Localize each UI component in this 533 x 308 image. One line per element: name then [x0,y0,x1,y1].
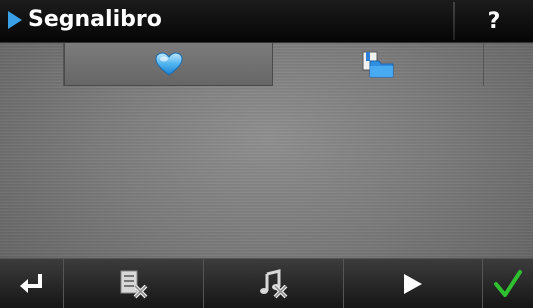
delete-music-icon [259,268,287,298]
heart-icon [154,52,183,76]
delete-all-button[interactable] [64,259,204,308]
play-next-icon [404,273,422,294]
help-button[interactable]: ? [455,0,533,42]
bottom-toolbar [0,258,533,308]
confirm-button[interactable] [483,259,533,308]
tab-favorites[interactable] [64,43,273,86]
help-label: ? [487,8,501,34]
back-button[interactable] [0,259,64,308]
title-bar: Segnalibro ? [0,0,533,43]
title-arrow-icon [8,11,22,29]
enter-back-icon [19,273,42,293]
tab-bookmark-folders[interactable] [273,43,483,86]
next-button[interactable] [344,259,483,308]
page-title: Segnalibro [28,7,162,32]
delete-music-button[interactable] [204,259,344,308]
tab-divider [483,43,484,86]
bookmark-folder-icon [362,51,394,77]
delete-list-icon [120,270,147,298]
checkmark-icon [494,269,522,297]
